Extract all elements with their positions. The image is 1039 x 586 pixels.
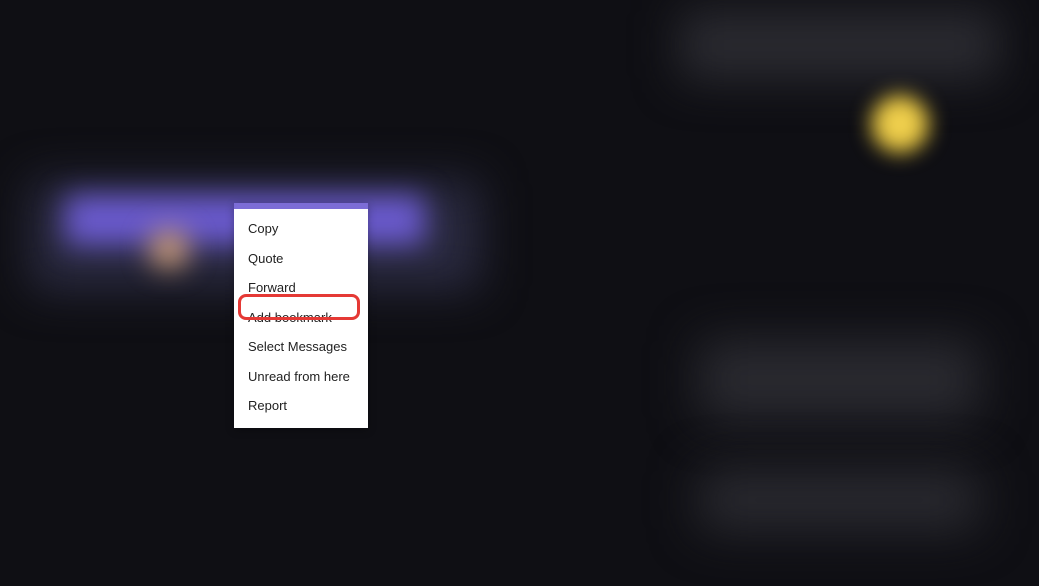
menu-item-unread-from-here[interactable]: Unread from here	[234, 362, 368, 392]
blurred-message-top-right	[679, 10, 999, 80]
menu-item-add-bookmark[interactable]: Add bookmark	[234, 303, 368, 333]
blurred-message-bottom-right	[699, 470, 979, 530]
menu-item-copy[interactable]: Copy	[234, 209, 368, 244]
context-menu: Copy Quote Forward Add bookmark Select M…	[234, 203, 368, 428]
menu-item-forward[interactable]: Forward	[234, 273, 368, 303]
menu-item-quote[interactable]: Quote	[234, 244, 368, 274]
menu-item-select-messages[interactable]: Select Messages	[234, 332, 368, 362]
blurred-message-mid-right	[699, 340, 979, 420]
blurred-avatar	[150, 230, 188, 268]
blurred-emoji-icon	[871, 95, 929, 153]
menu-item-report[interactable]: Report	[234, 391, 368, 428]
